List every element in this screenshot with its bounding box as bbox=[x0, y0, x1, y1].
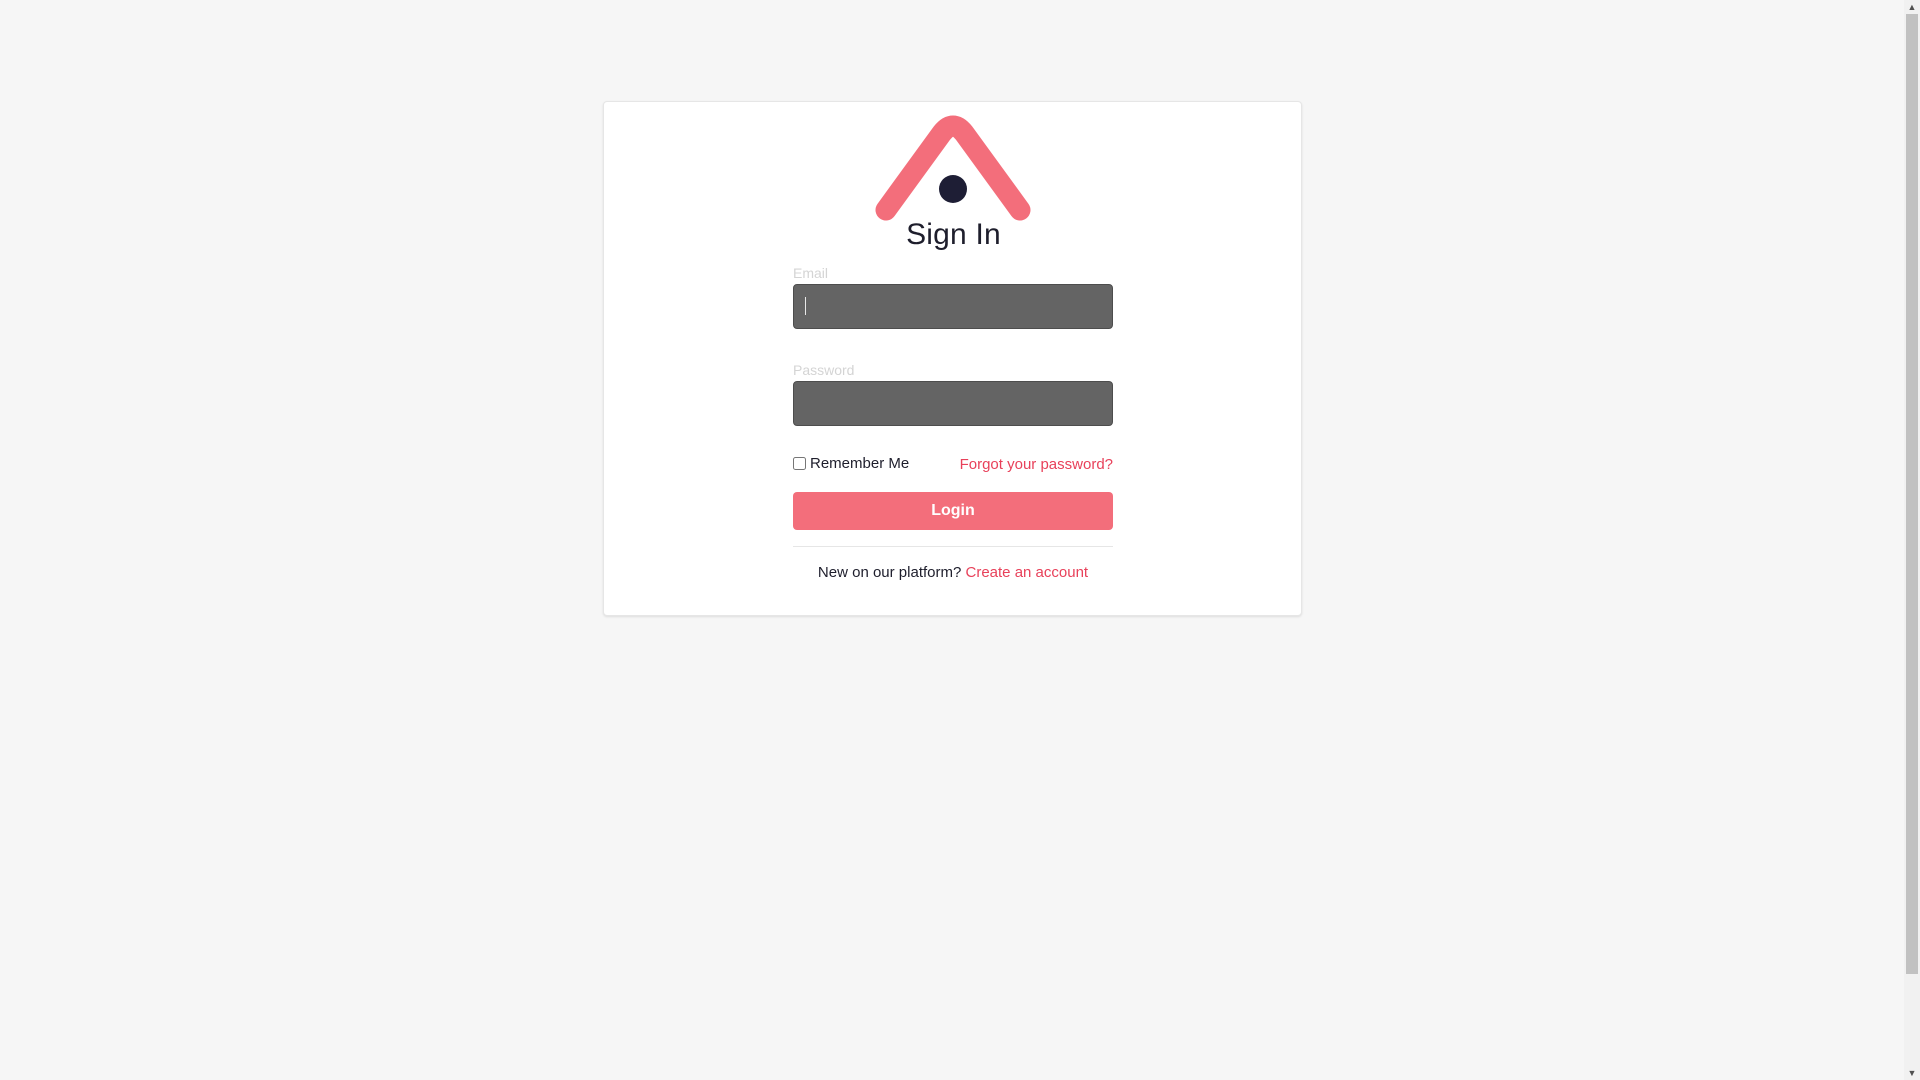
page-viewport: Sign In Email Password Remember Me Forgo… bbox=[0, 0, 1904, 1080]
page-title: Sign In bbox=[906, 218, 1001, 251]
text-cursor bbox=[805, 297, 806, 315]
create-account-link[interactable]: Create an account bbox=[966, 564, 1089, 581]
signup-prompt: New on our platform? Create an account bbox=[793, 564, 1113, 581]
login-form: Email Password Remember Me Forgot your p… bbox=[793, 264, 1113, 581]
email-label: Email bbox=[793, 265, 829, 281]
login-card: Sign In Email Password Remember Me Forgo… bbox=[603, 101, 1302, 616]
email-field[interactable] bbox=[793, 284, 1113, 329]
scrollbar-thumb[interactable] bbox=[1906, 14, 1918, 974]
forgot-password-link[interactable]: Forgot your password? bbox=[960, 455, 1113, 475]
scroll-down-arrow-icon[interactable]: ▼ bbox=[1904, 1066, 1920, 1080]
login-button[interactable]: Login bbox=[793, 492, 1113, 530]
brand-logo-icon bbox=[875, 115, 1031, 221]
remember-me-label: Remember Me bbox=[810, 455, 910, 472]
email-group: Email bbox=[793, 264, 1113, 342]
remember-me[interactable]: Remember Me bbox=[793, 455, 909, 472]
remember-me-checkbox[interactable] bbox=[793, 457, 806, 470]
divider bbox=[793, 546, 1113, 547]
remember-forgot-row: Remember Me Forgot your password? bbox=[793, 455, 1113, 477]
scroll-up-arrow-icon[interactable]: ▲ bbox=[1904, 0, 1920, 14]
password-group: Password bbox=[793, 361, 1113, 439]
vertical-scrollbar[interactable]: ▲ ▼ bbox=[1904, 0, 1920, 1080]
signup-prompt-text: New on our platform? bbox=[817, 564, 962, 581]
password-label: Password bbox=[793, 362, 855, 378]
password-field[interactable] bbox=[793, 381, 1113, 426]
